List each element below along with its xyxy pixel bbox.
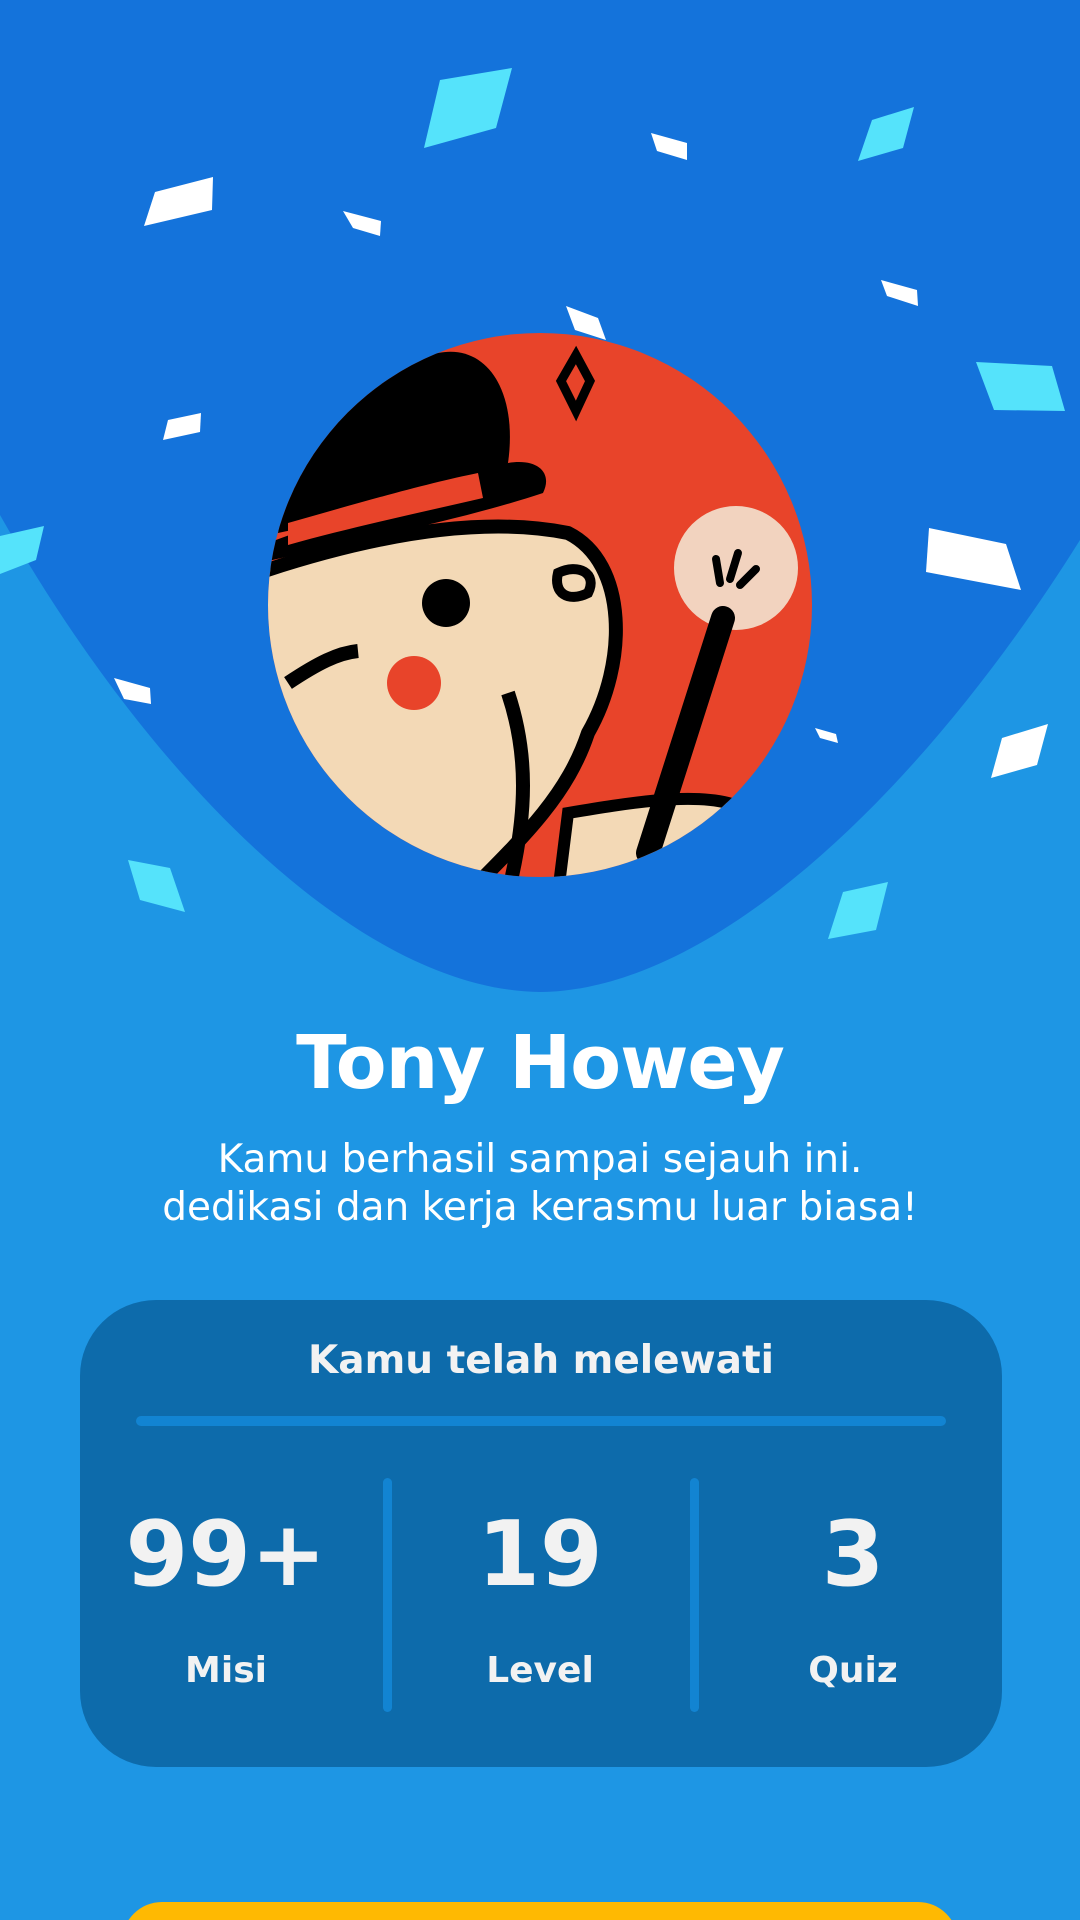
continue-button[interactable] xyxy=(122,1902,958,1920)
magician-character-avatar xyxy=(268,333,812,877)
stats-card: Kamu telah melewati 99+ Misi 19 Level 3 … xyxy=(80,1300,1002,1767)
stat-quiz: 3 Quiz xyxy=(738,1500,968,1691)
stat-value: 19 xyxy=(477,1502,603,1607)
column-separator xyxy=(690,1478,699,1712)
stats-divider xyxy=(136,1416,946,1426)
stat-value: 3 xyxy=(821,1502,885,1607)
congratulation-message: Kamu berhasil sampai sejauh ini. dedikas… xyxy=(162,1137,918,1230)
stat-label: Level xyxy=(486,1650,594,1691)
profile-name: Tony Howey xyxy=(296,1020,785,1106)
profile-avatar xyxy=(268,333,812,877)
stat-label: Misi xyxy=(185,1650,267,1691)
column-separator xyxy=(383,1478,392,1712)
stat-misi: 99+ Misi xyxy=(111,1500,341,1691)
stats-title: Kamu telah melewati xyxy=(308,1338,774,1383)
stat-value: 99+ xyxy=(125,1502,327,1607)
stat-level: 19 Level xyxy=(425,1500,655,1691)
stat-label: Quiz xyxy=(808,1650,898,1691)
